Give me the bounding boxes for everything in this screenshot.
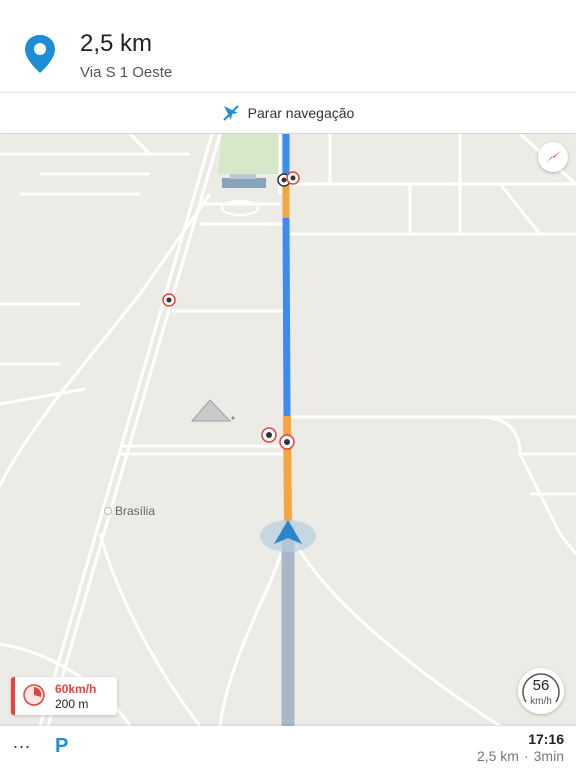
- city-label: Brasília: [115, 504, 155, 518]
- route-line: [281, 134, 295, 726]
- speed-limit-panel: 60km/h 200 m: [11, 677, 117, 715]
- speed-camera-icon[interactable]: [261, 427, 277, 443]
- speed-unit: km/h: [530, 696, 552, 707]
- stop-navigation-label: Parar navegação: [247, 105, 355, 121]
- trip-summary: 2,5 km · 3min: [477, 748, 564, 764]
- location-pin-icon: [25, 35, 55, 73]
- speed-camera-icon[interactable]: [162, 293, 176, 307]
- stop-navigation-button[interactable]: Parar navegação: [0, 93, 576, 133]
- park-area: [218, 134, 283, 174]
- separator: ·: [523, 748, 529, 764]
- city-dot: [104, 507, 112, 515]
- vehicle-position-icon: [260, 520, 316, 552]
- more-options-button[interactable]: ...: [13, 732, 31, 753]
- stop-navigation-icon: [222, 105, 239, 121]
- speed-camera-icon[interactable]: [286, 171, 300, 185]
- navigation-map[interactable]: Brasília: [0, 134, 576, 726]
- remaining-time: 3min: [533, 748, 564, 764]
- speed-limit-icon: [23, 684, 45, 706]
- parking-button[interactable]: P: [55, 735, 68, 758]
- speed-camera-icon[interactable]: [279, 434, 295, 450]
- speed-limit-value: 60km/h: [55, 682, 97, 696]
- destination-header: 2,5 km Via S 1 Oeste: [0, 0, 576, 93]
- speed-limit-distance: 200 m: [55, 697, 89, 711]
- bottom-bar: ... P 17:16 2,5 km · 3min: [0, 726, 576, 768]
- remaining-distance-title: 2,5 km: [80, 30, 153, 57]
- speedometer: 56 km/h: [518, 668, 564, 714]
- arrival-time: 17:16: [528, 731, 564, 747]
- compass-button[interactable]: [538, 142, 568, 172]
- current-speed: 56: [532, 677, 550, 694]
- compass-icon: [546, 151, 560, 163]
- destination-street: Via S 1 Oeste: [80, 64, 173, 81]
- remaining-distance: 2,5 km: [476, 748, 519, 764]
